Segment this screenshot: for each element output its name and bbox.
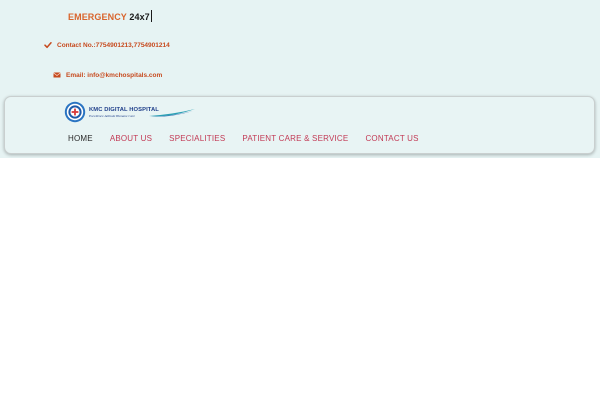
logo-swoosh-icon	[149, 108, 195, 117]
nav-item-specialities[interactable]: SPECIALITIES	[169, 134, 225, 143]
text-cursor	[150, 10, 152, 22]
nav-item-about-us[interactable]: ABOUT US	[110, 134, 152, 143]
nav-item-patient-care[interactable]: PATIENT CARE & SERVICE	[242, 134, 348, 143]
emergency-banner: EMERGENCY 24x7	[68, 10, 152, 22]
hospital-emblem-icon	[64, 101, 86, 123]
check-icon	[44, 41, 52, 49]
page-content	[0, 158, 600, 400]
contact-phone-text: Contact No.:7754901213,7754901214	[57, 41, 170, 49]
envelope-icon	[53, 71, 61, 79]
hospital-logo[interactable]: KMC DIGITAL HOSPITAL Excellence Attitude…	[64, 101, 195, 123]
main-nav: HOME ABOUT US SPECIALITIES PATIENT CARE …	[68, 134, 419, 143]
nav-item-home[interactable]: HOME	[68, 134, 93, 143]
logo-text: KMC DIGITAL HOSPITAL Excellence Attitude…	[89, 107, 195, 118]
nav-item-contact-us[interactable]: CONTACT US	[365, 134, 418, 143]
emergency-word: EMERGENCY	[68, 12, 127, 22]
top-header: EMERGENCY 24x7 Contact No.:7754901213,77…	[0, 0, 600, 158]
main-navbar: KMC DIGITAL HOSPITAL Excellence Attitude…	[4, 96, 595, 154]
contact-email: Email: info@kmchospitals.com	[53, 71, 162, 79]
email-link[interactable]: Email: info@kmchospitals.com	[66, 72, 162, 79]
contact-phone: Contact No.:7754901213,7754901214	[44, 41, 170, 49]
emergency-hours: 24x7	[129, 12, 150, 22]
